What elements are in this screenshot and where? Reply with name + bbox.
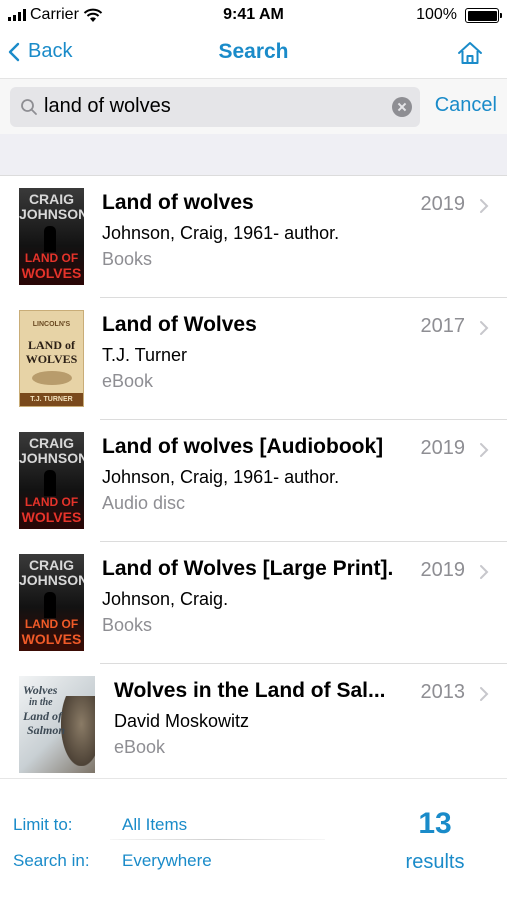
result-year: 2013 — [420, 681, 466, 703]
results-count: 13 — [418, 807, 452, 840]
book-cover-image: CRAIG JOHNSON LAND OF WOLVES — [19, 432, 84, 529]
result-year: 2019 — [420, 437, 466, 459]
chevron-right-icon — [480, 443, 489, 457]
search-query[interactable]: land of wolves — [44, 95, 171, 118]
search-icon — [21, 99, 37, 115]
result-format: eBook — [102, 371, 154, 391]
result-year: 2017 — [420, 315, 466, 337]
result-title: Land of Wolves — [102, 313, 257, 336]
cancel-button[interactable]: Cancel — [435, 94, 497, 117]
result-row[interactable]: LINCOLN'S LAND of WOLVES T.J. TURNER Lan… — [0, 298, 507, 420]
result-title: Land of wolves — [102, 191, 254, 214]
result-author: Johnson, Craig, 1961- author. — [102, 467, 340, 487]
section-spacer — [0, 134, 507, 176]
result-author: Johnson, Craig. — [102, 589, 229, 609]
result-row[interactable]: CRAIG JOHNSON LAND OF WOLVES Land of wol… — [0, 420, 507, 542]
result-author: Johnson, Craig, 1961- author. — [102, 223, 340, 243]
result-row[interactable]: CRAIG JOHNSON LAND OF WOLVES Land of wol… — [0, 176, 507, 298]
result-title: Land of wolves [Audiobook] — [102, 435, 384, 458]
result-year: 2019 — [420, 559, 466, 581]
limit-to-value[interactable]: All Items — [122, 815, 187, 835]
result-title: Wolves in the Land of Sal... — [114, 679, 386, 702]
result-row[interactable]: CRAIG JOHNSON LAND OF WOLVES Land of Wol… — [0, 542, 507, 664]
book-cover-image: LINCOLN'S LAND of WOLVES T.J. TURNER — [19, 310, 84, 407]
search-in-label: Search in: — [13, 851, 90, 870]
result-title: Land of Wolves [Large Print]. — [102, 557, 394, 580]
result-author: David Moskowitz — [114, 711, 250, 731]
page-title: Search — [218, 40, 289, 63]
result-format: Audio disc — [102, 493, 186, 513]
result-format: Books — [102, 249, 153, 269]
divider — [110, 839, 325, 840]
battery-icon — [465, 8, 502, 23]
chevron-right-icon — [480, 687, 489, 701]
filter-footer: Limit to: All Items Search in: Everywher… — [0, 778, 507, 900]
results-count-label: results — [405, 851, 465, 873]
results-list: CRAIG JOHNSON LAND OF WOLVES Land of wol… — [0, 176, 507, 786]
status-bar: Carrier 9:41 AM 100% — [0, 0, 507, 32]
search-input[interactable]: land of wolves — [10, 87, 420, 127]
chevron-right-icon — [480, 321, 489, 335]
result-format: Books — [102, 615, 153, 635]
battery-percentage: 100% — [416, 6, 457, 23]
limit-to-label: Limit to: — [13, 815, 73, 834]
search-in-value[interactable]: Everywhere — [122, 851, 212, 871]
result-format: eBook — [114, 737, 166, 757]
book-cover-image: Wolves in the Land of Salmon — [19, 676, 95, 773]
result-row[interactable]: Wolves in the Land of Salmon Wolves in t… — [0, 664, 507, 786]
search-bar: land of wolves Cancel — [0, 78, 507, 134]
result-year: 2019 — [420, 193, 466, 215]
chevron-right-icon — [480, 565, 489, 579]
result-author: T.J. Turner — [102, 345, 188, 365]
book-cover-image: CRAIG JOHNSON LAND OF WOLVES — [19, 188, 84, 285]
book-cover-image: CRAIG JOHNSON LAND OF WOLVES — [19, 554, 84, 651]
chevron-right-icon — [480, 199, 489, 213]
clear-search-icon[interactable] — [392, 97, 412, 117]
navigation-bar: Back Search — [0, 32, 507, 76]
home-icon[interactable] — [455, 38, 485, 68]
